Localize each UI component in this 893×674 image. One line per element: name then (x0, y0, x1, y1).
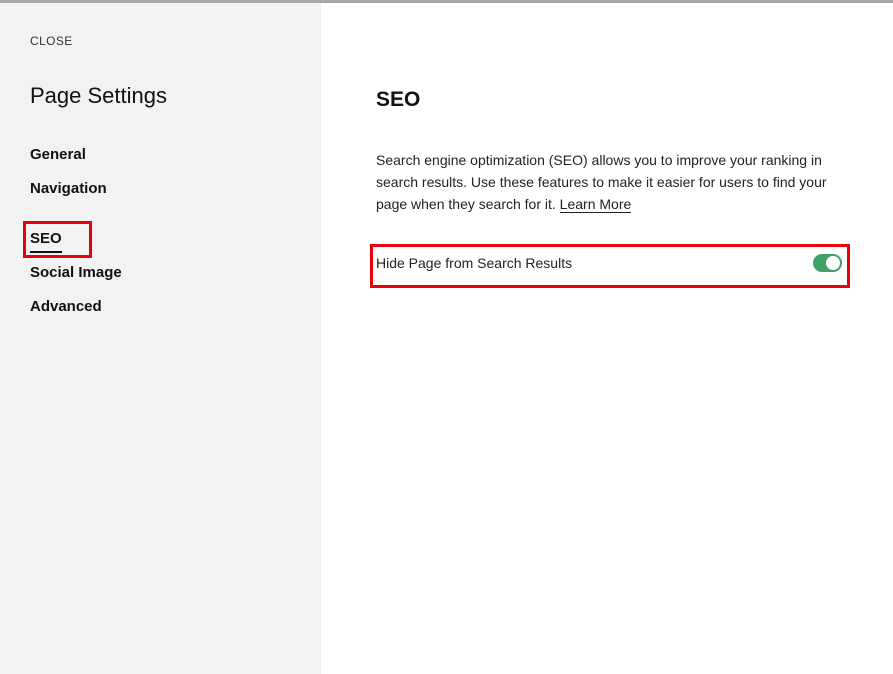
hide-page-toggle[interactable] (813, 254, 842, 272)
page-title: SEO (376, 88, 421, 111)
sidebar-item-general[interactable]: General (30, 145, 86, 165)
settings-sidebar: CLOSE Page Settings General Navigation S… (0, 3, 321, 674)
sidebar-item-advanced[interactable]: Advanced (30, 297, 102, 317)
close-button[interactable]: CLOSE (30, 34, 73, 48)
sidebar-title: Page Settings (30, 83, 167, 108)
hide-page-toggle-label: Hide Page from Search Results (376, 255, 573, 271)
sidebar-item-navigation[interactable]: Navigation (30, 179, 107, 199)
learn-more-link[interactable]: Learn More (559, 196, 632, 213)
sidebar-item-seo[interactable]: SEO (30, 229, 62, 249)
seo-description: Search engine optimization (SEO) allows … (376, 149, 842, 215)
toggle-knob (826, 256, 840, 270)
sidebar-item-social-image[interactable]: Social Image (30, 263, 122, 283)
active-tab-underline (30, 251, 62, 253)
